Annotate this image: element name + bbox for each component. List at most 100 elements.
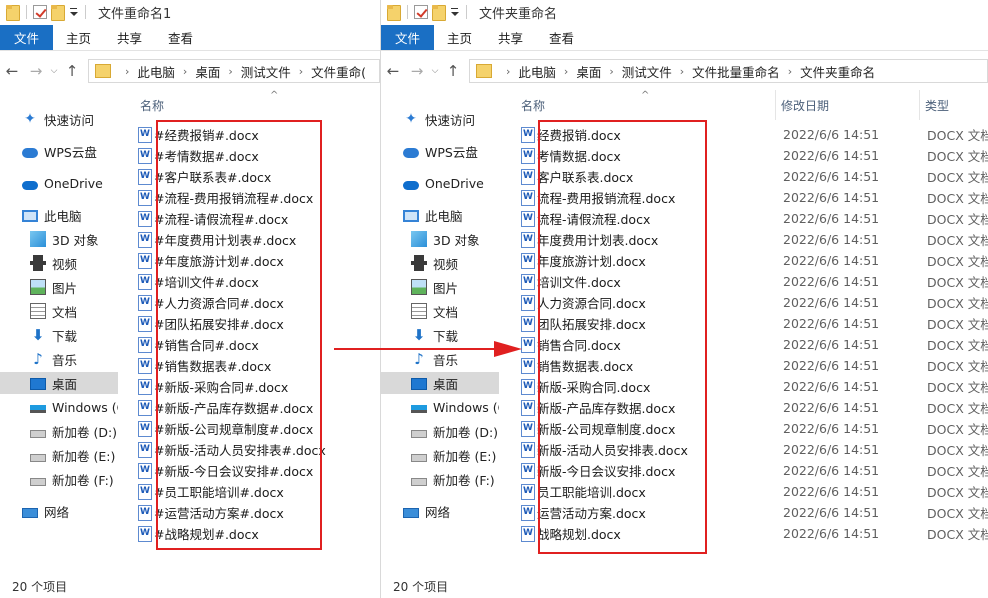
file-row[interactable]: #流程-请假流程#.docx (128, 208, 380, 229)
tab-home[interactable]: 主页 (53, 25, 104, 50)
nav-item[interactable]: 网络 (381, 500, 499, 522)
column-date-header[interactable]: 修改日期 (781, 96, 829, 116)
file-row[interactable]: 培训文件.docx 2022/6/6 14:51 DOCX 文档 (511, 271, 988, 292)
file-row[interactable]: 战略规划.docx 2022/6/6 14:51 DOCX 文档 (511, 523, 988, 544)
nav-item[interactable]: 图片 (0, 276, 118, 298)
file-row[interactable]: 经费报销.docx 2022/6/6 14:51 DOCX 文档 (511, 124, 988, 145)
nav-item[interactable]: 新加卷 (E:) (0, 444, 118, 466)
tab-share[interactable]: 共享 (485, 25, 536, 50)
nav-item[interactable]: Windows (C (0, 396, 118, 418)
nav-item[interactable]: 图片 (381, 276, 499, 298)
file-row[interactable]: #新版-采购合同#.docx (128, 376, 380, 397)
nav-item[interactable]: ♪ 音乐 (0, 348, 118, 370)
nav-item[interactable]: 文档 (0, 300, 118, 322)
nav-item[interactable]: 新加卷 (F:) (0, 468, 118, 490)
file-row[interactable]: #年度费用计划表#.docx (128, 229, 380, 250)
forward-arrow-icon[interactable]: → (24, 59, 48, 83)
file-row[interactable]: #销售合同#.docx (128, 334, 380, 355)
nav-item[interactable]: ✦ 快速访问 (381, 108, 499, 130)
new-folder-icon[interactable] (432, 4, 446, 21)
column-name-header[interactable]: 名称 (521, 96, 545, 116)
breadcrumb-item[interactable]: 文件夹重命名 (800, 62, 875, 81)
nav-item[interactable]: ♪ 音乐 (381, 348, 499, 370)
breadcrumb-separator-icon[interactable]: › (788, 65, 792, 78)
tab-view[interactable]: 查看 (155, 25, 206, 50)
file-row[interactable]: 客户联系表.docx 2022/6/6 14:51 DOCX 文档 (511, 166, 988, 187)
nav-item[interactable]: WPS云盘 (381, 140, 499, 162)
breadcrumb-separator-icon[interactable]: › (680, 65, 684, 78)
folder-icon[interactable] (387, 4, 401, 21)
file-row[interactable]: 销售数据表.docx 2022/6/6 14:51 DOCX 文档 (511, 355, 988, 376)
up-arrow-icon[interactable]: ↑ (60, 59, 84, 83)
breadcrumb-item[interactable]: 桌面 (195, 62, 220, 81)
column-name-header[interactable]: 名称 (140, 96, 164, 116)
file-row[interactable]: #战略规划#.docx (128, 523, 380, 544)
file-row[interactable]: 新版-活动人员安排表.docx 2022/6/6 14:51 DOCX 文档 (511, 439, 988, 460)
nav-item[interactable]: 桌面 (381, 372, 499, 394)
file-row[interactable]: 新版-公司规章制度.docx 2022/6/6 14:51 DOCX 文档 (511, 418, 988, 439)
tab-file[interactable]: 文件 (0, 25, 54, 50)
breadcrumb-item[interactable]: 测试文件 (622, 62, 672, 81)
file-row[interactable]: #新版-产品库存数据#.docx (128, 397, 380, 418)
file-row[interactable]: 流程-费用报销流程.docx 2022/6/6 14:51 DOCX 文档 (511, 187, 988, 208)
tab-file[interactable]: 文件 (381, 25, 435, 50)
nav-item[interactable]: 桌面 (0, 372, 118, 394)
column-divider[interactable] (775, 90, 776, 120)
file-row[interactable]: 人力资源合同.docx 2022/6/6 14:51 DOCX 文档 (511, 292, 988, 313)
recent-locations-chevron-icon[interactable]: ⌵ (48, 66, 60, 76)
file-row[interactable]: #销售数据表#.docx (128, 355, 380, 376)
breadcrumb-item[interactable]: 此电脑 (137, 62, 175, 81)
breadcrumb-item[interactable]: 测试文件 (241, 62, 291, 81)
breadcrumb-separator-icon[interactable]: › (564, 65, 568, 78)
nav-item[interactable]: 视频 (381, 252, 499, 274)
nav-item[interactable]: Windows (C (381, 396, 499, 418)
nav-item[interactable]: ⬇ 下载 (381, 324, 499, 346)
nav-item[interactable]: 新加卷 (F:) (381, 468, 499, 490)
forward-arrow-icon[interactable]: → (405, 59, 429, 83)
breadcrumb-separator-icon[interactable]: › (125, 65, 129, 78)
file-row[interactable]: 年度旅游计划.docx 2022/6/6 14:51 DOCX 文档 (511, 250, 988, 271)
breadcrumb-separator-icon[interactable]: › (506, 65, 510, 78)
breadcrumb-item[interactable]: 文件重命( (311, 62, 366, 81)
file-row[interactable]: #考情数据#.docx (128, 145, 380, 166)
nav-item[interactable]: ⬇ 下载 (0, 324, 118, 346)
nav-item[interactable]: 3D 对象 (0, 228, 118, 250)
tab-view[interactable]: 查看 (536, 25, 587, 50)
nav-item[interactable]: WPS云盘 (0, 140, 118, 162)
nav-item[interactable]: 文档 (381, 300, 499, 322)
file-row[interactable]: #新版-今日会议安排#.docx (128, 460, 380, 481)
breadcrumb-separator-icon[interactable]: › (299, 65, 303, 78)
file-row[interactable]: 考情数据.docx 2022/6/6 14:51 DOCX 文档 (511, 145, 988, 166)
file-row[interactable]: 员工职能培训.docx 2022/6/6 14:51 DOCX 文档 (511, 481, 988, 502)
file-row[interactable]: #培训文件#.docx (128, 271, 380, 292)
breadcrumb-separator-icon[interactable]: › (609, 65, 613, 78)
breadcrumb-separator-icon[interactable]: › (228, 65, 232, 78)
nav-item[interactable]: 此电脑 (0, 204, 118, 226)
file-row[interactable]: 年度费用计划表.docx 2022/6/6 14:51 DOCX 文档 (511, 229, 988, 250)
file-row[interactable]: #年度旅游计划#.docx (128, 250, 380, 271)
file-row[interactable]: 新版-采购合同.docx 2022/6/6 14:51 DOCX 文档 (511, 376, 988, 397)
nav-item[interactable]: 新加卷 (E:) (381, 444, 499, 466)
file-row[interactable]: #新版-公司规章制度#.docx (128, 418, 380, 439)
tab-home[interactable]: 主页 (434, 25, 485, 50)
customize-toolbar-icon[interactable] (69, 4, 79, 20)
nav-item[interactable]: 网络 (0, 500, 118, 522)
folder-icon[interactable] (6, 4, 20, 21)
file-row[interactable]: #经费报销#.docx (128, 124, 380, 145)
file-row[interactable]: #团队拓展安排#.docx (128, 313, 380, 334)
nav-item[interactable]: OneDrive (381, 172, 499, 194)
tab-share[interactable]: 共享 (104, 25, 155, 50)
file-row[interactable]: #客户联系表#.docx (128, 166, 380, 187)
nav-item[interactable]: 视频 (0, 252, 118, 274)
file-row[interactable]: #员工职能培训#.docx (128, 481, 380, 502)
file-row[interactable]: 新版-产品库存数据.docx 2022/6/6 14:51 DOCX 文档 (511, 397, 988, 418)
file-row[interactable]: #运营活动方案#.docx (128, 502, 380, 523)
file-row[interactable]: #新版-活动人员安排表#.docx (128, 439, 380, 460)
customize-toolbar-icon[interactable] (450, 4, 460, 20)
nav-item[interactable]: ✦ 快速访问 (0, 108, 118, 130)
column-divider[interactable] (919, 90, 920, 120)
back-arrow-icon[interactable]: ← (381, 59, 405, 83)
breadcrumb-item[interactable]: 此电脑 (518, 62, 556, 81)
back-arrow-icon[interactable]: ← (0, 59, 24, 83)
file-row[interactable]: #流程-费用报销流程#.docx (128, 187, 380, 208)
